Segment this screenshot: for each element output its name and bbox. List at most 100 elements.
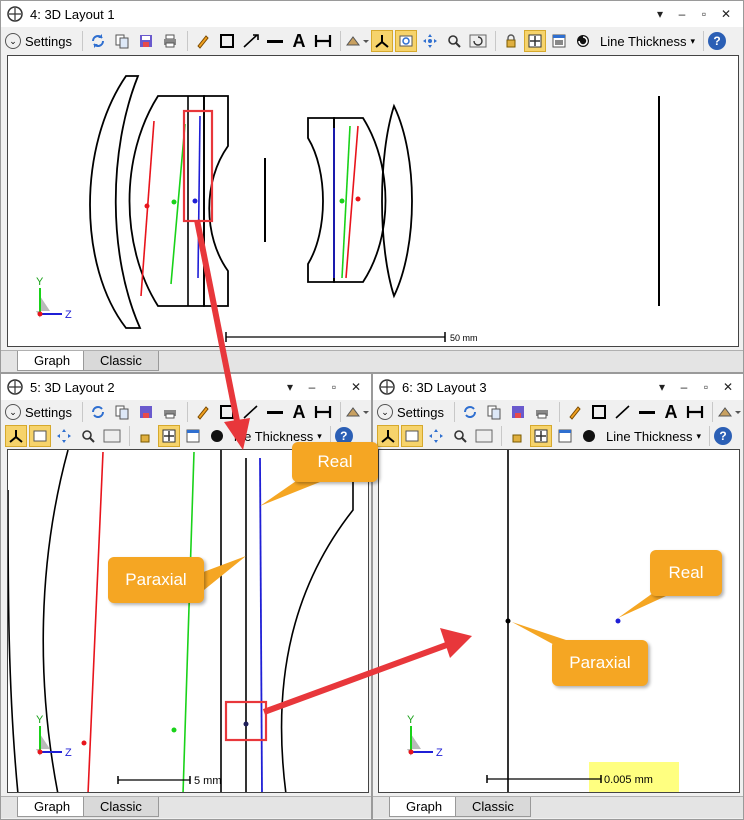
window-menu-button[interactable]: ▾: [651, 376, 673, 398]
window-icon[interactable]: [554, 425, 576, 447]
arrow-line-icon[interactable]: [240, 401, 262, 423]
refresh-icon[interactable]: [87, 401, 109, 423]
fit-icon[interactable]: [523, 30, 546, 52]
tab-graph[interactable]: Graph: [17, 797, 88, 817]
window-menu-button[interactable]: ▾: [649, 3, 671, 25]
copy-icon[interactable]: [111, 30, 133, 52]
pencil-icon[interactable]: [564, 401, 586, 423]
window-icon[interactable]: [548, 30, 570, 52]
save-icon[interactable]: [135, 30, 157, 52]
refresh-icon[interactable]: [87, 30, 109, 52]
rectangle-icon[interactable]: [216, 30, 238, 52]
minimize-button[interactable]: –: [671, 3, 693, 25]
annotation-menu-icon[interactable]: [717, 401, 741, 423]
scale-bar: [225, 332, 446, 342]
print-icon[interactable]: [159, 30, 181, 52]
toolbar-divider: [711, 402, 713, 422]
zoom-icon[interactable]: [449, 425, 471, 447]
dimension-icon[interactable]: [312, 30, 334, 52]
maximize-button[interactable]: ▫: [695, 376, 717, 398]
window-icon[interactable]: [182, 425, 204, 447]
layout1-canvas[interactable]: 50 mm Y Z: [7, 55, 739, 347]
rectangle-icon[interactable]: [588, 401, 610, 423]
fit-icon[interactable]: [530, 425, 552, 447]
tab-classic[interactable]: Classic: [83, 797, 159, 817]
pencil-icon[interactable]: [192, 401, 214, 423]
save-icon[interactable]: [135, 401, 157, 423]
line-thickness-dropdown[interactable]: Line Thickness ▾: [602, 429, 705, 444]
arrow-line-icon[interactable]: [240, 30, 262, 52]
dimension-icon[interactable]: [312, 401, 334, 423]
lock-icon[interactable]: [134, 425, 156, 447]
line-icon[interactable]: [264, 30, 286, 52]
toolbar-divider: [81, 402, 83, 422]
zoom-window-icon[interactable]: [401, 425, 423, 447]
rectangle-icon[interactable]: [216, 401, 238, 423]
rotate-icon[interactable]: [578, 425, 600, 447]
zoom-window-icon[interactable]: [29, 425, 51, 447]
layout2-drawing: 5 mm Y Z: [8, 450, 354, 792]
refresh-icon[interactable]: [459, 401, 481, 423]
point-paraxial: [243, 721, 249, 727]
toolbar-divider: [186, 402, 188, 422]
pencil-icon[interactable]: [192, 30, 214, 52]
text-icon[interactable]: A: [288, 401, 310, 423]
lock-icon[interactable]: [506, 425, 528, 447]
pan-icon[interactable]: [53, 425, 75, 447]
close-button[interactable]: ✕: [345, 376, 367, 398]
annotation-menu-icon[interactable]: [345, 401, 369, 423]
lock-icon[interactable]: [500, 30, 522, 52]
maximize-button[interactable]: ▫: [323, 376, 345, 398]
pan-icon[interactable]: [419, 30, 441, 52]
help-icon[interactable]: ?: [708, 32, 726, 50]
tab-classic[interactable]: Classic: [83, 351, 159, 371]
line-icon[interactable]: [264, 401, 286, 423]
line-icon[interactable]: [636, 401, 658, 423]
layout3-canvas[interactable]: 0.005 mm Y Z: [378, 449, 740, 793]
toolbar-divider: [129, 426, 130, 446]
save-icon[interactable]: [507, 401, 529, 423]
tab-classic[interactable]: Classic: [455, 797, 531, 817]
minimize-button[interactable]: –: [301, 376, 323, 398]
window-menu-button[interactable]: ▾: [279, 376, 301, 398]
text-icon[interactable]: A: [660, 401, 682, 423]
print-icon[interactable]: [531, 401, 553, 423]
chevron-down-icon: ▾: [317, 430, 322, 441]
settings-button[interactable]: ⌄ Settings: [377, 404, 444, 420]
minimize-button[interactable]: –: [673, 376, 695, 398]
reset-icon[interactable]: [467, 30, 489, 52]
axes-icon[interactable]: [370, 30, 393, 52]
zoom-icon[interactable]: [77, 425, 99, 447]
chevron-down-icon: ▾: [696, 430, 702, 441]
fit-icon[interactable]: [158, 425, 180, 447]
rotate-icon[interactable]: [572, 30, 594, 52]
axes-icon[interactable]: [5, 425, 27, 447]
print-icon[interactable]: [159, 401, 181, 423]
axes-icon[interactable]: [377, 425, 399, 447]
tab-graph[interactable]: Graph: [389, 797, 460, 817]
dimension-icon[interactable]: [684, 401, 706, 423]
copy-icon[interactable]: [483, 401, 505, 423]
zoom-window-icon[interactable]: [394, 30, 417, 52]
annotation-menu-icon[interactable]: [345, 30, 369, 52]
rotate-icon[interactable]: [206, 425, 228, 447]
zoom-icon[interactable]: [443, 30, 465, 52]
settings-button[interactable]: ⌄ Settings: [5, 33, 72, 49]
scale-bar: [486, 775, 602, 783]
maximize-button[interactable]: ▫: [693, 3, 715, 25]
close-button[interactable]: ✕: [717, 376, 739, 398]
reset-icon[interactable]: [101, 425, 123, 447]
reset-icon[interactable]: [473, 425, 495, 447]
help-icon[interactable]: ?: [714, 427, 733, 445]
line-thickness-dropdown[interactable]: Line Thickness ▾: [596, 34, 699, 49]
settings-button[interactable]: ⌄ Settings: [5, 404, 72, 420]
text-icon[interactable]: A: [288, 30, 310, 52]
layout2-canvas[interactable]: 5 mm Y Z: [7, 449, 369, 793]
close-button[interactable]: ✕: [715, 3, 737, 25]
copy-icon[interactable]: [111, 401, 133, 423]
tab-graph[interactable]: Graph: [17, 351, 88, 371]
arrow-line-icon[interactable]: [612, 401, 634, 423]
pan-icon[interactable]: [425, 425, 447, 447]
ray-red: [140, 120, 155, 297]
layout1-titlebar: 4: 3D Layout 1 ▾ – ▫ ✕: [1, 1, 743, 27]
